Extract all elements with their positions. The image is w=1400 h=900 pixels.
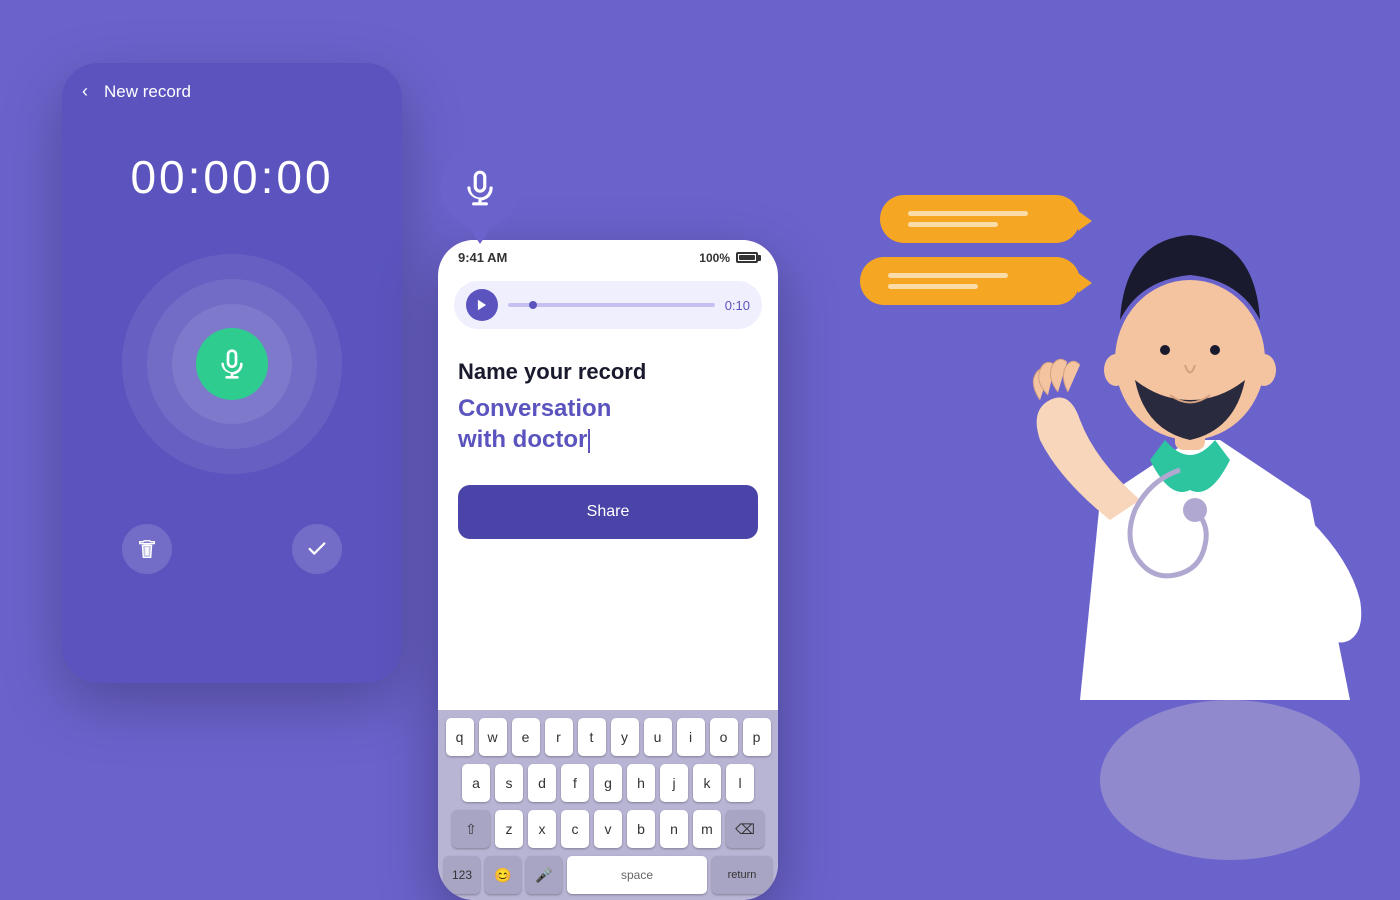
doctor-illustration: [980, 0, 1400, 900]
key-h[interactable]: h: [627, 764, 655, 802]
key-z[interactable]: z: [495, 810, 523, 848]
key-f[interactable]: f: [561, 764, 589, 802]
status-time: 9:41 AM: [458, 250, 507, 265]
delete-button[interactable]: [122, 524, 172, 574]
mic-bubble: [440, 148, 530, 238]
key-e[interactable]: e: [512, 718, 540, 756]
text-cursor: [588, 429, 590, 453]
conversation-label: Conversation: [498, 513, 639, 539]
battery-pct: 100%: [699, 251, 730, 265]
key-l[interactable]: l: [726, 764, 754, 802]
key-v[interactable]: v: [594, 810, 622, 848]
key-p[interactable]: p: [743, 718, 771, 756]
name-record-label: Name your record: [458, 359, 758, 385]
play-button[interactable]: [466, 289, 498, 321]
keyboard-row-2: a s d f g h j k l: [442, 764, 774, 802]
key-b[interactable]: b: [627, 810, 655, 848]
audio-player: 0:10: [454, 281, 762, 329]
audio-waveform: [508, 303, 715, 307]
back-button[interactable]: ‹: [82, 81, 88, 102]
left-phone: ‹ New record 00:00:00: [62, 63, 402, 683]
keyboard-row-last: 123 😊 🎤 space return: [442, 856, 774, 894]
key-n[interactable]: n: [660, 810, 688, 848]
mic-bubble-circle: [440, 148, 520, 228]
key-r[interactable]: r: [545, 718, 573, 756]
key-q[interactable]: q: [446, 718, 474, 756]
key-m[interactable]: m: [693, 810, 721, 848]
keyboard: q w e r t y u i o p a s d f g h j k l ⇧ …: [438, 710, 778, 900]
record-name-value[interactable]: Conversationwith doctor: [458, 393, 758, 455]
waveform-dot: [529, 301, 537, 309]
battery-icon: [736, 252, 758, 263]
keyboard-row-1: q w e r t y u i o p: [442, 718, 774, 756]
key-g[interactable]: g: [594, 764, 622, 802]
confirm-button[interactable]: [292, 524, 342, 574]
key-mic[interactable]: 🎤: [526, 856, 562, 894]
center-phone: 9:41 AM 100% 0:10 Name your record Conve…: [438, 240, 778, 900]
key-emoji[interactable]: 😊: [485, 856, 521, 894]
timer-display: 00:00:00: [62, 150, 402, 204]
shift-key[interactable]: ⇧: [452, 810, 490, 848]
phone-title: New record: [104, 82, 191, 102]
audio-duration: 0:10: [725, 298, 750, 313]
delete-key[interactable]: ⌫: [726, 810, 764, 848]
phone-actions: [62, 524, 402, 574]
phone-header: ‹ New record: [62, 63, 402, 120]
key-s[interactable]: s: [495, 764, 523, 802]
mic-circles: [62, 244, 402, 484]
return-key[interactable]: return: [712, 856, 772, 894]
key-j[interactable]: j: [660, 764, 688, 802]
key-o[interactable]: o: [710, 718, 738, 756]
key-k[interactable]: k: [693, 764, 721, 802]
mic-bubble-tail: [468, 226, 492, 244]
key-i[interactable]: i: [677, 718, 705, 756]
chat-line: [888, 284, 978, 289]
key-c[interactable]: c: [561, 810, 589, 848]
key-w[interactable]: w: [479, 718, 507, 756]
key-u[interactable]: u: [644, 718, 672, 756]
status-bar: 9:41 AM 100%: [438, 240, 778, 271]
key-t[interactable]: t: [578, 718, 606, 756]
name-record-section: Name your record Conversationwith doctor: [438, 339, 778, 465]
status-right: 100%: [699, 251, 758, 265]
key-d[interactable]: d: [528, 764, 556, 802]
battery-fill: [739, 255, 755, 260]
space-key[interactable]: space: [567, 856, 707, 894]
key-y[interactable]: y: [611, 718, 639, 756]
key-x[interactable]: x: [528, 810, 556, 848]
key-123[interactable]: 123: [444, 856, 480, 894]
key-a[interactable]: a: [462, 764, 490, 802]
keyboard-row-3: ⇧ z x c v b n m ⌫: [442, 810, 774, 848]
mic-button[interactable]: [196, 328, 268, 400]
